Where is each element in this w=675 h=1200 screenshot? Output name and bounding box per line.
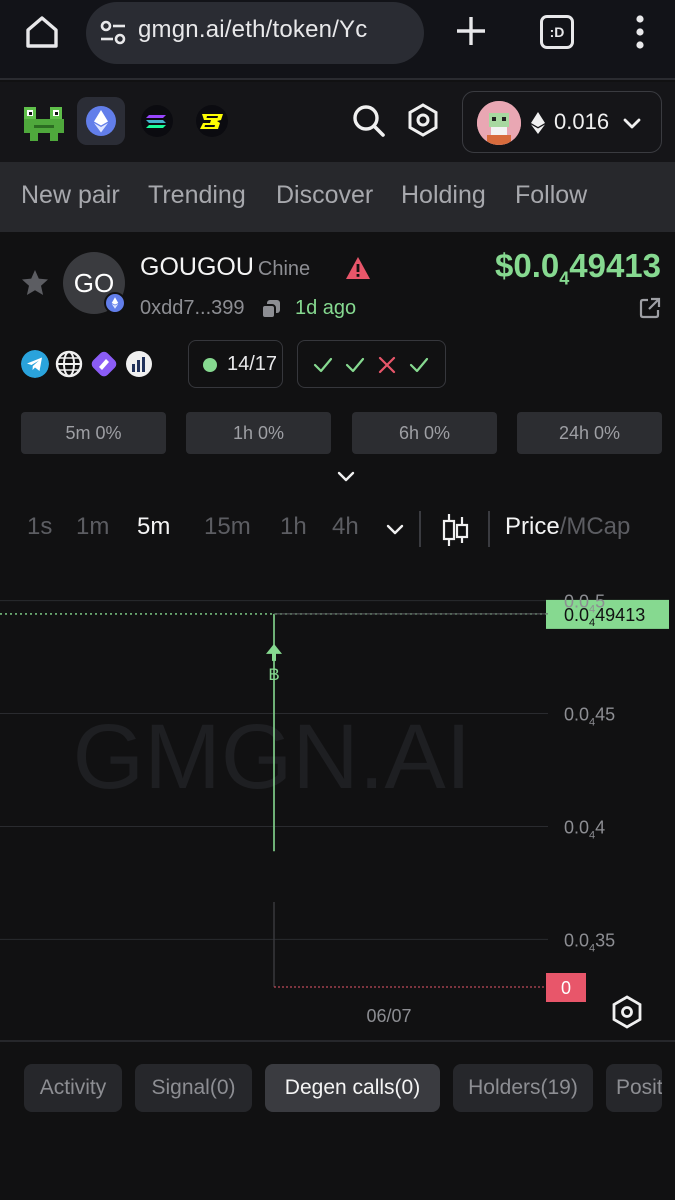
stat-5m[interactable]: 5m 0% [21, 412, 166, 454]
wallet-balance: 0.016 [554, 109, 610, 134]
price-zeros: 4 [559, 268, 570, 289]
browser-toolbar: gmgn.ai/eth/token/Yc :D [0, 0, 675, 80]
copy-icon[interactable] [261, 299, 281, 319]
check-icon [345, 357, 365, 373]
y-tick-label: 0.0435 [564, 930, 615, 954]
token-avatar: GO [63, 252, 126, 314]
y-tick-label: 0.0445 [564, 705, 615, 729]
favorite-star-icon[interactable] [20, 268, 50, 298]
expand-chevron-icon[interactable] [336, 468, 356, 486]
audit-status-dot [203, 358, 217, 372]
mcap-toggle[interactable]: MCap [566, 513, 630, 540]
volume-label: 0 [561, 978, 571, 998]
wallet-button[interactable]: 0.016 [462, 91, 662, 153]
nav-holding[interactable]: Holding [401, 181, 486, 210]
candlestick-type-icon[interactable] [441, 512, 469, 548]
stat-6h[interactable]: 6h 0% [352, 412, 497, 454]
search-link-icon[interactable] [90, 350, 118, 378]
wallet-avatar [477, 101, 521, 145]
tab-positions[interactable]: Posit [606, 1064, 662, 1112]
price-chart[interactable]: GMGN.AI 0.0450.04450.0440.043506/070.044… [0, 560, 675, 1038]
timeframe-1s[interactable]: 1s [27, 513, 52, 541]
timeframe-15m[interactable]: 15m [204, 513, 251, 541]
x-tick-label: 06/07 [366, 1006, 411, 1026]
tab-switcher-button[interactable]: :D [540, 15, 574, 49]
token-title: GOUGOU Chine [140, 253, 310, 282]
price-mcap-toggle[interactable]: Price/MCap [505, 513, 630, 541]
eth-icon [531, 112, 545, 134]
tab-activity[interactable]: Activity [24, 1064, 122, 1112]
blast-chain-button[interactable] [188, 97, 236, 145]
buy-marker-arrow [266, 643, 282, 654]
cross-icon [378, 356, 396, 374]
audit-score-pill[interactable]: 14/17 [188, 340, 283, 388]
chevron-down-icon [623, 118, 641, 129]
stat-1h[interactable]: 1h 0% [186, 412, 331, 454]
app-header: 0.016 [0, 82, 675, 162]
gmgn-frog-logo[interactable] [20, 97, 68, 145]
eth-badge-icon [104, 292, 126, 314]
chart-watermark: GMGN.AI [73, 706, 472, 808]
nav-new-pair[interactable]: New pair [21, 181, 120, 210]
warning-icon[interactable] [345, 256, 371, 280]
price-prefix: $0.0 [494, 247, 560, 284]
toolbar-divider [419, 511, 421, 547]
tab-holders[interactable]: Holders(19) [453, 1064, 593, 1112]
search-icon[interactable] [350, 102, 386, 138]
site-settings-icon[interactable] [98, 18, 128, 48]
nav-follow[interactable]: Follow [515, 181, 587, 210]
new-tab-icon[interactable] [452, 12, 490, 50]
token-symbol: GOUGOU [140, 253, 254, 281]
url-text[interactable]: gmgn.ai/eth/token/Yc [138, 16, 414, 44]
audit-score: 14/17 [227, 353, 278, 375]
home-icon[interactable] [22, 12, 62, 52]
chart-settings-icon[interactable] [612, 995, 642, 1029]
token-name: Chine [257, 258, 311, 280]
telegram-icon[interactable] [21, 350, 49, 378]
chart-scan-icon[interactable] [125, 350, 153, 378]
security-checks-pill[interactable] [297, 340, 446, 388]
check-icon [409, 357, 429, 373]
external-link-icon[interactable] [639, 297, 661, 319]
timeframe-5m[interactable]: 5m [137, 513, 170, 541]
token-address[interactable]: 0xdd7...399 [140, 297, 245, 320]
more-timeframes-chevron-icon[interactable] [385, 520, 405, 540]
price-digits: 49413 [569, 247, 661, 284]
nav-discover[interactable]: Discover [276, 181, 373, 210]
token-age: 1d ago [295, 297, 357, 319]
price-toggle[interactable]: Price [505, 513, 560, 540]
tab-degen-calls[interactable]: Degen calls(0) [265, 1064, 440, 1112]
website-globe-icon[interactable] [55, 350, 83, 378]
nav-trending[interactable]: Trending [148, 181, 246, 210]
toolbar-divider [488, 511, 490, 547]
settings-icon[interactable] [405, 102, 441, 138]
solana-chain-button[interactable] [133, 97, 181, 145]
stat-24h[interactable]: 24h 0% [517, 412, 662, 454]
y-tick-label: 0.044 [564, 817, 605, 841]
token-price: $0.0449413 [495, 247, 661, 290]
timeframe-1h[interactable]: 1h [280, 513, 307, 541]
buy-marker-label: B [268, 665, 279, 684]
timeframe-4h[interactable]: 4h [332, 513, 359, 541]
ethereum-chain-button[interactable] [77, 97, 125, 145]
timeframe-1m[interactable]: 1m [76, 513, 109, 541]
check-icon [313, 357, 333, 373]
main-nav: New pair Trending Discover Holding Follo… [0, 162, 675, 232]
more-menu-icon[interactable] [627, 12, 653, 52]
tab-signal[interactable]: Signal(0) [135, 1064, 252, 1112]
buy-marker-stem [272, 652, 276, 661]
bottom-tab-bar: Activity Signal(0) Degen calls(0) Holder… [0, 1040, 675, 1200]
